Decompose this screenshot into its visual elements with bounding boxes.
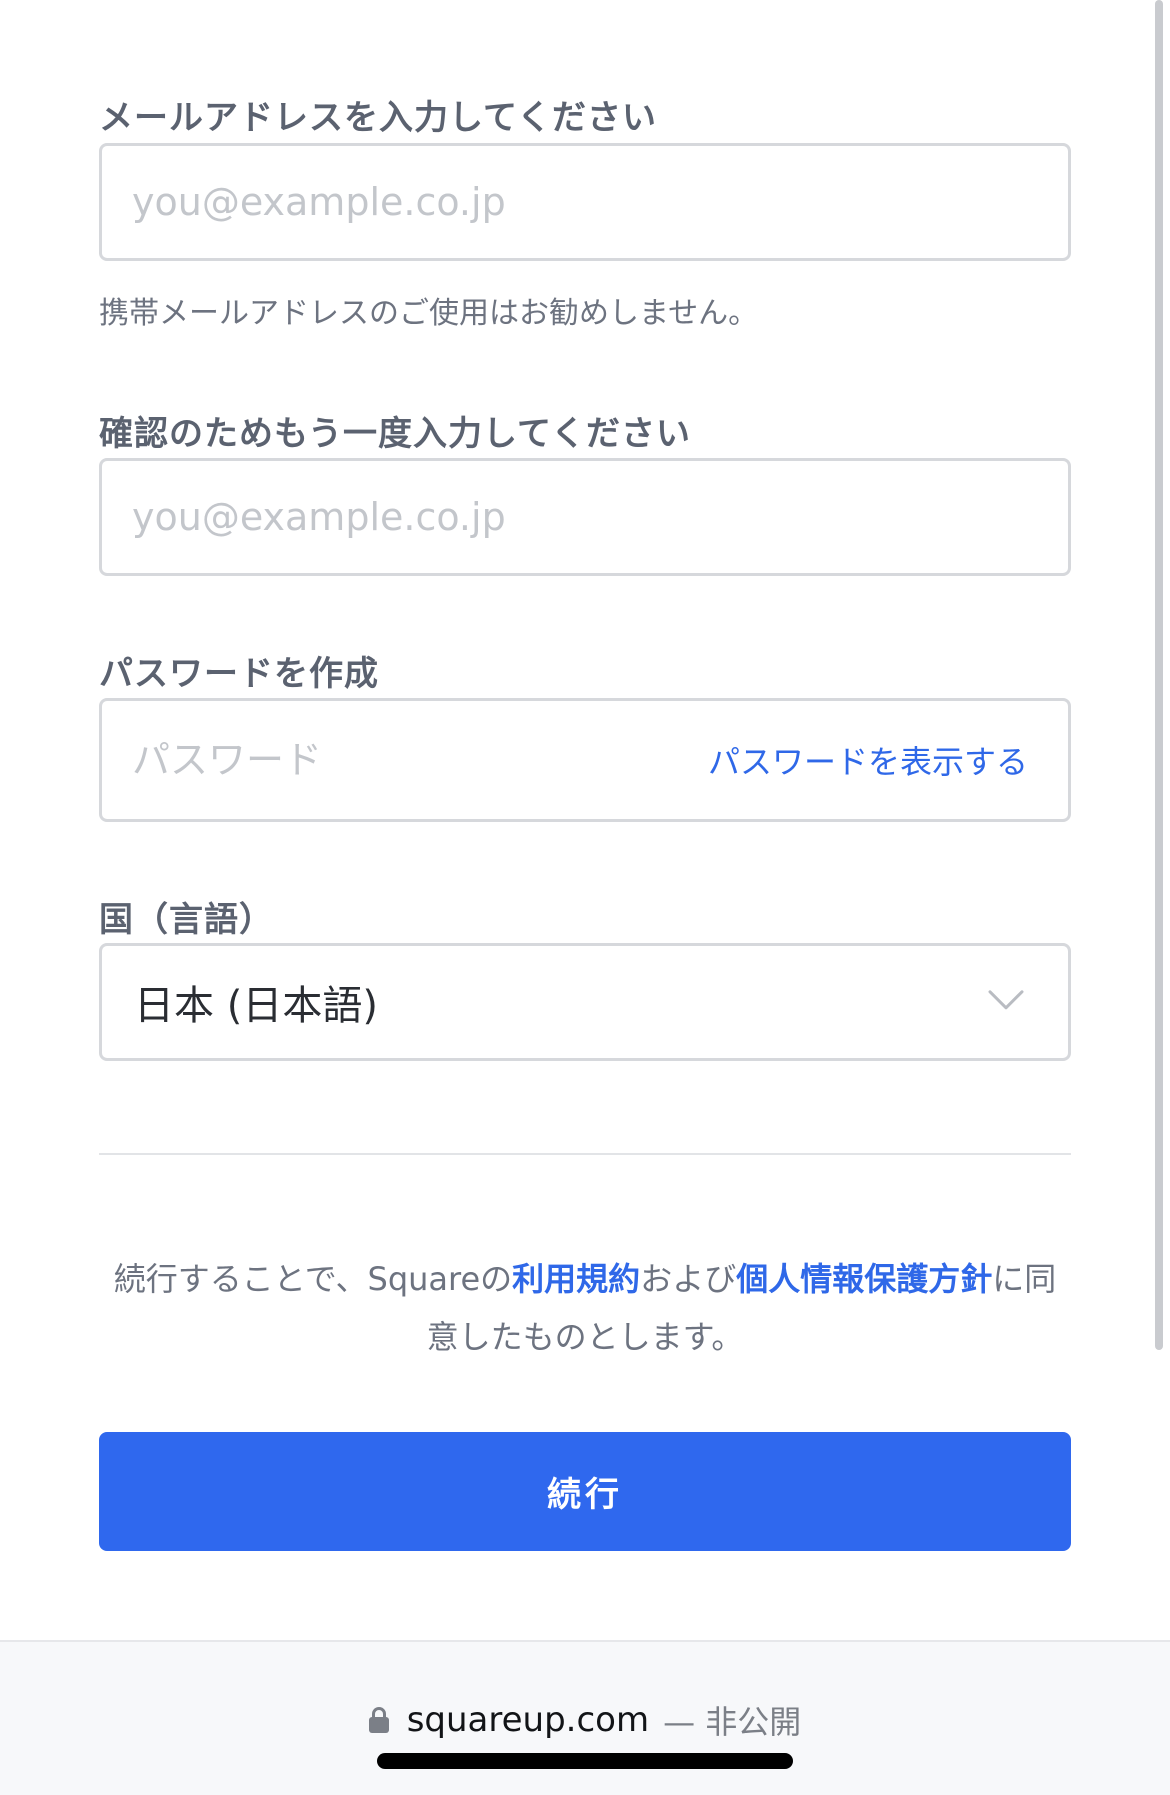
chevron-down-icon — [988, 990, 1024, 1010]
url-domain: squareup.com — [406, 1700, 650, 1740]
terms-prefix: 続行することで、Squareの — [113, 1260, 513, 1298]
email-confirm-label: 確認のためもう一度入力してください — [99, 414, 691, 454]
password-field[interactable] — [132, 701, 732, 819]
email-field[interactable] — [132, 146, 732, 258]
scrollbar[interactable] — [1155, 0, 1163, 1350]
url-row: squareup.com — 非公開 — [0, 1697, 1170, 1743]
password-label: パスワードを作成 — [99, 654, 379, 694]
terms-of-service-link[interactable]: 利用規約 — [512, 1260, 640, 1298]
email-label: メールアドレスを入力してください — [99, 98, 657, 138]
home-indicator[interactable] — [377, 1753, 793, 1769]
email-confirm-field[interactable] — [132, 461, 732, 573]
email-field-box[interactable] — [99, 143, 1071, 261]
terms-text: 続行することで、Squareの利用規約および個人情報保護方針に同意したものとしま… — [99, 1250, 1071, 1366]
password-field-box[interactable]: パスワードを表示する — [99, 698, 1071, 822]
country-select[interactable]: 日本 (日本語) — [99, 943, 1071, 1061]
lock-icon — [368, 1707, 389, 1733]
email-hint: 携帯メールアドレスのご使用はお勧めしません。 — [99, 296, 759, 331]
browser-address-bar[interactable]: squareup.com — 非公開 — [0, 1640, 1170, 1795]
terms-middle: および — [640, 1260, 737, 1298]
show-password-button[interactable]: パスワードを表示する — [708, 737, 1028, 783]
privacy-policy-link[interactable]: 個人情報保護方針 — [736, 1260, 992, 1298]
continue-button[interactable]: 続行 — [99, 1432, 1071, 1551]
page: メールアドレスを入力してください 携帯メールアドレスのご使用はお勧めしません。 … — [0, 0, 1170, 1795]
url-status: — 非公開 — [663, 1703, 802, 1741]
country-label: 国（言語） — [99, 900, 274, 940]
country-select-value: 日本 (日本語) — [134, 983, 378, 1029]
email-confirm-field-box[interactable] — [99, 458, 1071, 576]
divider — [99, 1153, 1071, 1155]
